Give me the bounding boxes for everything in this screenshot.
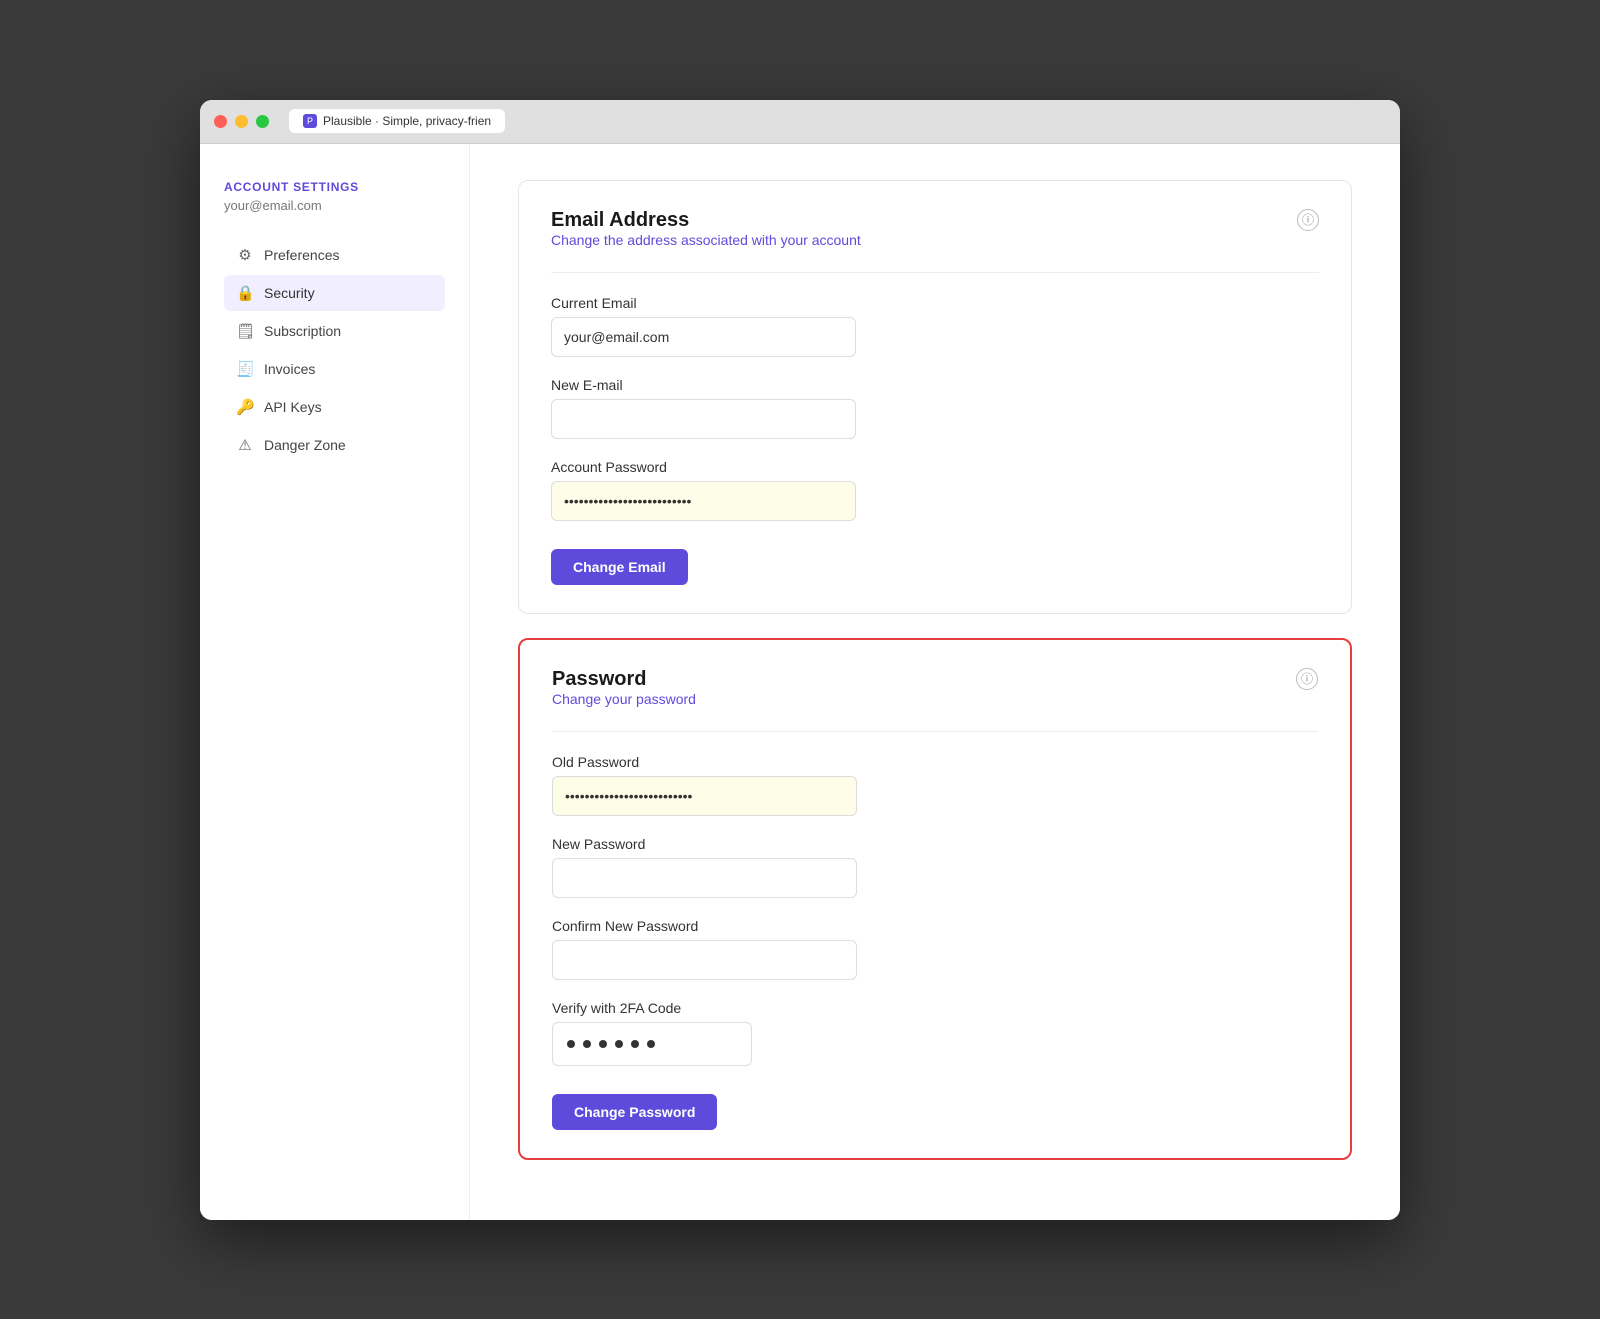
new-email-label: New E-mail	[551, 377, 1319, 393]
browser-tab[interactable]: P Plausible · Simple, privacy-frien	[289, 109, 505, 133]
password-card-subtitle: Change your password	[552, 691, 696, 707]
twofa-group: Verify with 2FA Code	[552, 1000, 1318, 1066]
email-card-subtitle: Change the address associated with your …	[551, 232, 861, 248]
email-card-title: Email Address	[551, 209, 861, 232]
sidebar-item-preferences[interactable]: ⚙ Preferences	[224, 237, 445, 273]
twofa-input-box[interactable]	[552, 1022, 752, 1066]
gear-icon: ⚙	[236, 246, 254, 264]
twofa-dot-6	[647, 1040, 655, 1048]
sidebar: ACCOUNT SETTINGS your@email.com ⚙ Prefer…	[200, 144, 470, 1220]
change-email-button[interactable]: Change Email	[551, 549, 688, 585]
current-email-input[interactable]	[551, 317, 856, 357]
twofa-label: Verify with 2FA Code	[552, 1000, 1318, 1016]
email-card-title-group: Email Address Change the address associa…	[551, 209, 861, 266]
twofa-dot-4	[615, 1040, 623, 1048]
sidebar-item-security[interactable]: 🔒 Security	[224, 275, 445, 311]
new-password-group: New Password	[552, 836, 1318, 898]
sidebar-nav: ⚙ Preferences 🔒 Security 🗒 Subscription	[224, 237, 445, 463]
twofa-dot-3	[599, 1040, 607, 1048]
old-password-group: Old Password	[552, 754, 1318, 816]
new-password-label: New Password	[552, 836, 1318, 852]
sidebar-item-danger-zone[interactable]: ⚠ Danger Zone	[224, 427, 445, 463]
new-email-group: New E-mail	[551, 377, 1319, 439]
sidebar-label-api-keys: API Keys	[264, 399, 322, 415]
confirm-password-input[interactable]	[552, 940, 857, 980]
sidebar-label-subscription: Subscription	[264, 323, 341, 339]
maximize-button[interactable]	[256, 115, 269, 128]
current-email-label: Current Email	[551, 295, 1319, 311]
app-window: P Plausible · Simple, privacy-frien ACCO…	[200, 100, 1400, 1220]
password-card-title: Password	[552, 668, 696, 691]
sidebar-user-email: your@email.com	[224, 198, 445, 213]
confirm-password-group: Confirm New Password	[552, 918, 1318, 980]
account-password-label: Account Password	[551, 459, 1319, 475]
confirm-password-label: Confirm New Password	[552, 918, 1318, 934]
old-password-input[interactable]	[552, 776, 857, 816]
favicon: P	[303, 114, 317, 128]
sidebar-label-security: Security	[264, 285, 315, 301]
new-password-input[interactable]	[552, 858, 857, 898]
minimize-button[interactable]	[235, 115, 248, 128]
sidebar-label-preferences: Preferences	[264, 247, 339, 263]
invoice-icon: 🧾	[236, 360, 254, 378]
key-icon: 🔑	[236, 398, 254, 416]
twofa-dot-1	[567, 1040, 575, 1048]
titlebar: P Plausible · Simple, privacy-frien	[200, 100, 1400, 144]
email-info-icon[interactable]: ⓘ	[1297, 209, 1319, 231]
twofa-dot-5	[631, 1040, 639, 1048]
sidebar-item-invoices[interactable]: 🧾 Invoices	[224, 351, 445, 387]
sidebar-item-api-keys[interactable]: 🔑 API Keys	[224, 389, 445, 425]
sidebar-item-subscription[interactable]: 🗒 Subscription	[224, 313, 445, 349]
main-content: Email Address Change the address associa…	[470, 144, 1400, 1220]
password-card-title-group: Password Change your password	[552, 668, 696, 725]
new-email-input[interactable]	[551, 399, 856, 439]
email-address-card: Email Address Change the address associa…	[518, 180, 1352, 614]
change-password-button[interactable]: Change Password	[552, 1094, 717, 1130]
email-card-header: Email Address Change the address associa…	[551, 209, 1319, 266]
sidebar-section-title: ACCOUNT SETTINGS	[224, 180, 445, 194]
account-password-input[interactable]	[551, 481, 856, 521]
subscription-icon: 🗒	[236, 322, 254, 340]
current-email-group: Current Email	[551, 295, 1319, 357]
password-card: Password Change your password ⓘ Old Pass…	[518, 638, 1352, 1160]
close-button[interactable]	[214, 115, 227, 128]
account-password-group: Account Password	[551, 459, 1319, 521]
twofa-dot-2	[583, 1040, 591, 1048]
sidebar-label-invoices: Invoices	[264, 361, 315, 377]
warning-icon: ⚠	[236, 436, 254, 454]
old-password-label: Old Password	[552, 754, 1318, 770]
app-body: ACCOUNT SETTINGS your@email.com ⚙ Prefer…	[200, 144, 1400, 1220]
sidebar-label-danger-zone: Danger Zone	[264, 437, 346, 453]
tab-title: Plausible · Simple, privacy-frien	[323, 114, 491, 128]
password-info-icon[interactable]: ⓘ	[1296, 668, 1318, 690]
email-card-divider	[551, 272, 1319, 273]
lock-icon: 🔒	[236, 284, 254, 302]
password-card-divider	[552, 731, 1318, 732]
password-card-header: Password Change your password ⓘ	[552, 668, 1318, 725]
